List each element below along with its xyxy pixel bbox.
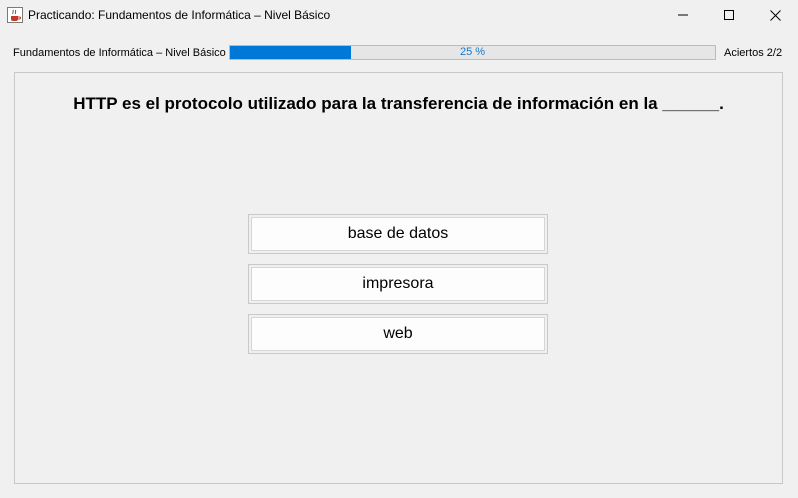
window-title: Practicando: Fundamentos de Informática …	[28, 8, 331, 22]
close-icon	[769, 9, 781, 21]
option-label: base de datos	[251, 217, 545, 251]
maximize-button[interactable]	[706, 0, 752, 30]
option-button-web[interactable]: web	[248, 314, 548, 354]
option-label: impresora	[251, 267, 545, 301]
progress-text: 25 %	[459, 46, 486, 58]
title-bar[interactable]: Practicando: Fundamentos de Informática …	[0, 0, 798, 30]
question-text: HTTP es el protocolo utilizado para la t…	[73, 94, 724, 113]
close-button[interactable]	[752, 0, 798, 30]
app-window: Practicando: Fundamentos de Informática …	[0, 0, 798, 498]
question-panel: HTTP es el protocolo utilizado para la t…	[14, 72, 783, 484]
course-label: Fundamentos de Informática – Nivel Básic…	[13, 47, 226, 59]
option-button-base-de-datos[interactable]: base de datos	[248, 214, 548, 254]
minimize-button[interactable]	[660, 0, 706, 30]
score-label: Aciertos 2/2	[724, 47, 783, 59]
option-label: web	[251, 317, 545, 351]
option-button-impresora[interactable]: impresora	[248, 264, 548, 304]
minimize-icon	[678, 14, 688, 16]
java-cup-icon	[7, 7, 23, 23]
maximize-icon	[724, 10, 734, 20]
progress-bar: 25 %	[229, 45, 716, 60]
